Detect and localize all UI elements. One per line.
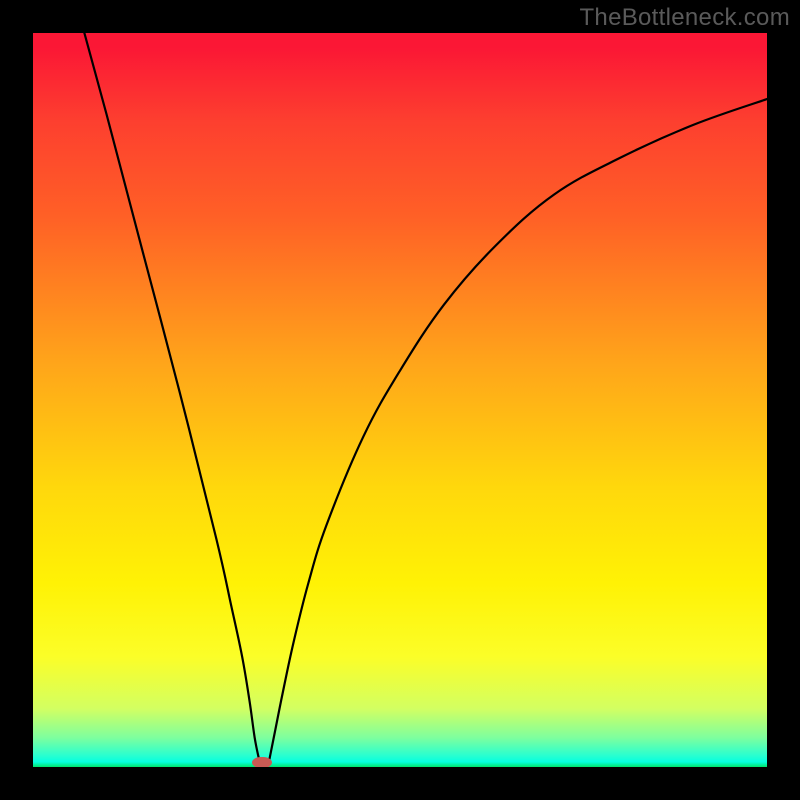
chart-frame: TheBottleneck.com <box>0 0 800 800</box>
curve-right-branch <box>269 99 767 760</box>
curve-left-branch <box>84 33 259 760</box>
plot-area <box>33 33 767 767</box>
minimum-marker <box>252 757 271 767</box>
curve-svg <box>33 33 767 767</box>
watermark-text: TheBottleneck.com <box>579 4 790 32</box>
